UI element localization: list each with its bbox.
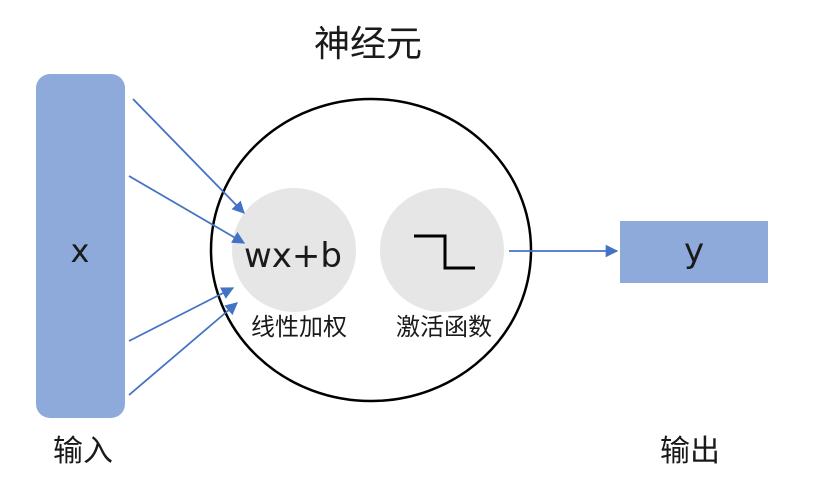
input-symbol: x [71,232,90,270]
input-arrow-3 [128,287,235,342]
output-symbol: y [684,231,704,271]
diagram-title: 神经元 [314,24,422,65]
neuron-diagram: 神经元 x 输入 wx+b 线性加权 激活函数 y 输出 [36,24,768,469]
input-arrow-1 [132,98,245,214]
linear-formula: wx+b [244,236,342,276]
activation-function-caption: 激活函数 [396,313,492,341]
input-caption: 输入 [53,434,113,469]
linear-weighting-caption: 线性加权 [251,313,347,341]
input-arrow-4 [128,302,238,396]
output-caption: 输出 [660,434,720,469]
activation-function-circle [380,188,504,312]
